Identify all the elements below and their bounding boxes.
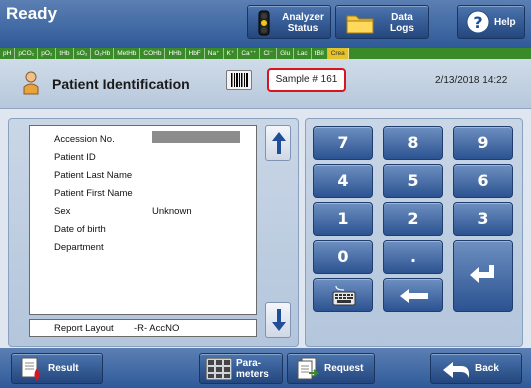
analyzer-label-1: Analyzer [282, 12, 324, 23]
data-logs-button[interactable]: Data Logs [335, 5, 429, 39]
key-2[interactable]: 2 [383, 202, 443, 236]
parameters-label-2: meters [236, 369, 269, 380]
field-label-department: Department [54, 242, 104, 253]
back-label: Back [475, 363, 499, 374]
top-bar: Ready Analyzer Status Data Logs ? Help [0, 0, 531, 48]
report-layout-row[interactable]: Report Layout -R- AccNO [29, 319, 257, 337]
parameters-grid-icon [206, 358, 232, 380]
report-layout-value: -R- AccNO [134, 323, 180, 334]
barcode-scan-button[interactable] [226, 70, 252, 90]
back-arrow-icon [443, 362, 469, 378]
data-logs-label-1: Data [391, 12, 413, 23]
param-item: Lac [294, 48, 312, 59]
param-item: tHb [56, 48, 74, 59]
key-5[interactable]: 5 [383, 164, 443, 198]
traffic-light-icon [258, 10, 270, 36]
keyboard-key[interactable] [313, 278, 373, 312]
key-decimal[interactable]: . [383, 240, 443, 274]
request-button[interactable]: Request [287, 353, 375, 384]
arrow-up-icon [272, 132, 286, 154]
param-item: pH [0, 48, 16, 59]
enter-icon [470, 265, 494, 283]
numeric-keypad: 7 8 9 4 5 6 1 2 3 0 . [305, 118, 523, 347]
patient-icon [23, 71, 39, 95]
param-item: MetHb [114, 48, 141, 59]
field-label-last-name: Patient Last Name [54, 170, 133, 181]
page-header: Patient Identification Sample # 161 2/13… [0, 59, 531, 109]
analyzer-status-button[interactable]: Analyzer Status [247, 5, 331, 39]
field-label-dob: Date of birth [54, 224, 106, 235]
data-logs-label-2: Logs [390, 23, 414, 34]
request-icon [297, 357, 320, 380]
param-item: tBil [312, 48, 328, 59]
key-8[interactable]: 8 [383, 126, 443, 160]
key-4[interactable]: 4 [313, 164, 373, 198]
param-item: pCO₂ [15, 48, 39, 59]
enter-key[interactable] [453, 240, 513, 312]
param-item-highlighted: Crea [327, 48, 349, 59]
key-7[interactable]: 7 [313, 126, 373, 160]
parameters-button[interactable]: Para- meters [199, 353, 283, 384]
key-0[interactable]: 0 [313, 240, 373, 274]
param-item: sO₂ [74, 48, 92, 59]
back-button[interactable]: Back [430, 353, 522, 384]
help-button[interactable]: ? Help [457, 5, 525, 39]
param-item: O₂Hb [91, 48, 115, 59]
param-item: COHb [140, 48, 166, 59]
scroll-down-button[interactable] [265, 302, 291, 338]
arrow-left-icon [400, 289, 428, 303]
param-item: Glu [277, 48, 295, 59]
date-time: 2/13/2018 14:22 [435, 75, 508, 86]
patient-info-panel: Accession No. Patient ID Patient Last Na… [8, 118, 299, 347]
field-label-first-name: Patient First Name [54, 188, 133, 199]
arrow-down-icon [272, 309, 286, 331]
field-label-patient-id: Patient ID [54, 152, 96, 163]
report-layout-label: Report Layout [54, 323, 114, 334]
backspace-key[interactable] [383, 278, 443, 312]
result-label: Result [48, 363, 79, 374]
help-label: Help [494, 17, 516, 28]
svg-text:?: ? [473, 13, 482, 32]
param-item: HHb [165, 48, 186, 59]
param-item: Ca⁺⁺ [238, 48, 261, 59]
request-label: Request [324, 363, 364, 374]
scroll-up-button[interactable] [265, 125, 291, 161]
param-item: pO₂ [38, 48, 57, 59]
field-label-sex: Sex [54, 206, 71, 217]
parameters-label-1: Para- [236, 358, 262, 369]
folder-icon [346, 15, 374, 34]
page-title: Patient Identification [52, 76, 190, 92]
param-item: HbF [186, 48, 205, 59]
patient-field-list[interactable]: Accession No. Patient ID Patient Last Na… [29, 125, 257, 315]
result-button[interactable]: Result [11, 353, 103, 384]
parameter-strip: pH pCO₂ pO₂ tHb sO₂ O₂Hb MetHb COHb HHb HbF Na⁺ K⁺ C… [0, 48, 531, 59]
field-value-sex: Unknown [152, 206, 192, 217]
keyboard-icon [332, 286, 356, 306]
sample-number: Sample # 161 [267, 68, 346, 92]
accession-value-field[interactable] [152, 131, 240, 143]
param-item: K⁺ [224, 48, 239, 59]
status-text: Ready [6, 4, 58, 23]
analyzer-label-2: Status [287, 23, 319, 34]
key-1[interactable]: 1 [313, 202, 373, 236]
question-icon: ? [466, 10, 490, 34]
key-6[interactable]: 6 [453, 164, 513, 198]
result-icon [21, 357, 40, 381]
bottom-bar: Result Para- meters Request Back [0, 348, 531, 388]
key-9[interactable]: 9 [453, 126, 513, 160]
key-3[interactable]: 3 [453, 202, 513, 236]
param-item: Na⁺ [205, 48, 224, 59]
param-item: Cl⁻ [260, 48, 278, 59]
barcode-icon [231, 73, 248, 87]
field-label-accession: Accession No. [54, 134, 115, 145]
